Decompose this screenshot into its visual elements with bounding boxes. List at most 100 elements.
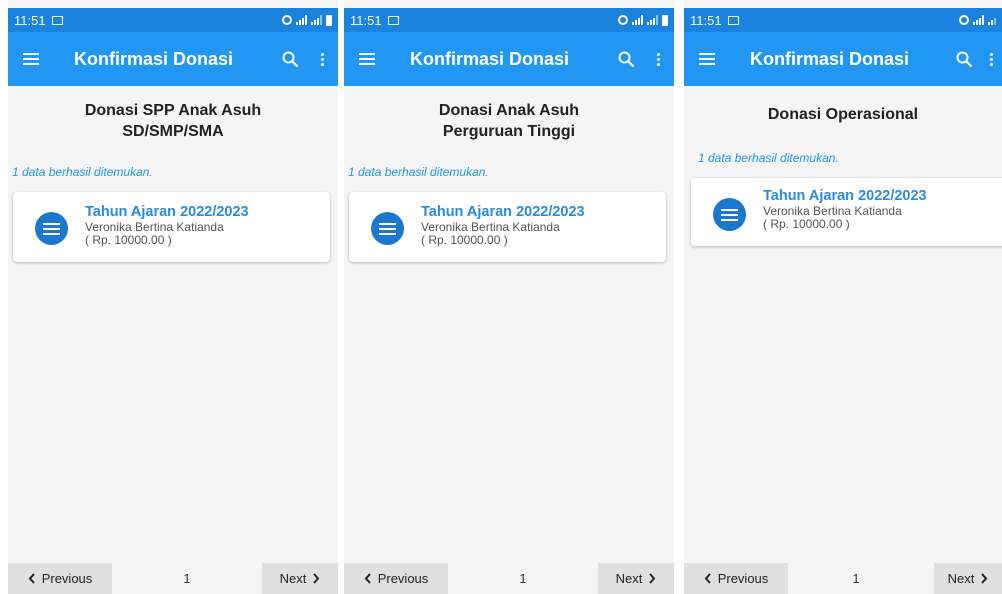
list-icon (35, 212, 68, 245)
app-title: Konfirmasi Donasi (750, 48, 910, 69)
heading-line-1: Donasi Anak Asuh (438, 102, 580, 119)
menu-button[interactable] (8, 32, 54, 86)
chevron-left-icon (364, 573, 371, 584)
next-button[interactable]: Next (261, 563, 338, 594)
page-number: 1 (183, 571, 191, 586)
more-vert-icon (989, 52, 993, 66)
heading-line-2: Perguruan Tinggi (442, 123, 576, 140)
card-title: Tahun Ajaran 2022/2023 (85, 204, 249, 220)
heading-line-1: Donasi Operasional (767, 106, 919, 123)
next-label: Next (615, 571, 643, 586)
donation-card[interactable]: Tahun Ajaran 2022/2023 Veronika Bertina … (13, 192, 330, 262)
app-bar: Konfirmasi Donasi (684, 32, 1002, 86)
battery-icon (326, 14, 332, 26)
donation-card[interactable]: Tahun Ajaran 2022/2023 Veronika Bertina … (349, 192, 666, 262)
status-bar: 11:51 (684, 8, 1002, 32)
image-notification-icon (387, 15, 399, 25)
previous-label: Previous (41, 571, 93, 586)
more-vert-icon (656, 52, 660, 66)
app-bar: Konfirmasi Donasi (8, 32, 338, 86)
more-options-button[interactable] (980, 32, 1002, 86)
search-icon (618, 51, 634, 67)
previous-button[interactable]: Previous (8, 563, 112, 594)
status-bar: 11:51 (8, 8, 338, 32)
hamburger-icon (23, 53, 39, 65)
image-notification-icon (51, 15, 63, 25)
more-options-button[interactable] (642, 32, 674, 86)
result-count-text: 1 data berhasil ditemukan. (12, 165, 153, 179)
app-title: Konfirmasi Donasi (74, 48, 234, 69)
result-count-text: 1 data berhasil ditemukan. (698, 151, 839, 165)
pagination: Previous 1 Next (684, 563, 1002, 594)
result-count-text: 1 data berhasil ditemukan. (348, 165, 489, 179)
search-button[interactable] (948, 32, 980, 86)
signal-icon-2 (647, 15, 658, 25)
status-icons (959, 15, 996, 25)
search-icon (956, 51, 972, 67)
donation-amount: ( Rp. 10000.00 ) (421, 233, 508, 247)
hamburger-icon (699, 53, 715, 65)
hamburger-icon (359, 53, 375, 65)
next-button[interactable]: Next (933, 563, 1002, 594)
phone-screen-2: 11:51 Konfirmasi Donasi Donasi Anak Asuh… (344, 0, 674, 594)
previous-label: Previous (377, 571, 429, 586)
status-time: 11:51 (690, 12, 722, 28)
signal-icon-2 (988, 15, 996, 25)
heading-line-2: SD/SMP/SMA (122, 123, 224, 140)
app-title: Konfirmasi Donasi (410, 48, 570, 69)
more-options-button[interactable] (306, 32, 338, 86)
app-bar: Konfirmasi Donasi (344, 32, 674, 86)
donation-card[interactable]: Tahun Ajaran 2022/2023 Veronika Bertina … (691, 178, 1002, 246)
card-title: Tahun Ajaran 2022/2023 (421, 204, 585, 220)
alarm-icon (959, 15, 969, 25)
page-heading: Donasi Anak Asuh Perguruan Tinggi (344, 100, 674, 142)
next-label: Next (279, 571, 307, 586)
status-bar: 11:51 (344, 8, 674, 32)
chevron-left-icon (704, 573, 711, 584)
battery-icon (662, 14, 668, 26)
more-vert-icon (320, 52, 324, 66)
page-number: 1 (852, 571, 860, 586)
alarm-icon (282, 15, 292, 25)
donation-amount: ( Rp. 10000.00 ) (763, 217, 850, 231)
search-button[interactable] (274, 32, 306, 86)
page-number: 1 (519, 571, 527, 586)
alarm-icon (618, 15, 628, 25)
card-body: Tahun Ajaran 2022/2023 Veronika Bertina … (763, 188, 927, 231)
signal-icon (296, 15, 307, 25)
card-body: Tahun Ajaran 2022/2023 Veronika Bertina … (421, 204, 585, 247)
phone-screen-3: 11:51 Konfirmasi Donasi Donasi Operasion… (684, 0, 1002, 594)
search-button[interactable] (610, 32, 642, 86)
signal-icon (973, 15, 984, 25)
menu-button[interactable] (684, 32, 730, 86)
card-body: Tahun Ajaran 2022/2023 Veronika Bertina … (85, 204, 249, 247)
chevron-left-icon (28, 573, 35, 584)
pagination: Previous 1 Next (344, 563, 674, 594)
page-heading: Donasi SPP Anak Asuh SD/SMP/SMA (8, 100, 338, 142)
previous-label: Previous (717, 571, 769, 586)
next-label: Next (947, 571, 975, 586)
search-icon (282, 51, 298, 67)
status-icons (282, 14, 332, 26)
chevron-right-icon (981, 573, 988, 584)
signal-icon (632, 15, 643, 25)
list-icon (713, 198, 746, 231)
status-time: 11:51 (350, 12, 382, 28)
status-icons (618, 14, 668, 26)
donation-amount: ( Rp. 10000.00 ) (85, 233, 172, 247)
chevron-right-icon (313, 573, 320, 584)
card-title: Tahun Ajaran 2022/2023 (763, 188, 927, 204)
chevron-right-icon (649, 573, 656, 584)
pagination: Previous 1 Next (8, 563, 338, 594)
menu-button[interactable] (344, 32, 390, 86)
image-notification-icon (727, 15, 739, 25)
next-button[interactable]: Next (597, 563, 674, 594)
signal-icon-2 (311, 15, 322, 25)
heading-line-1: Donasi SPP Anak Asuh (84, 102, 262, 119)
previous-button[interactable]: Previous (344, 563, 448, 594)
phone-screen-1: 11:51 Konfirmasi Donasi Donasi SPP Anak … (8, 0, 338, 594)
previous-button[interactable]: Previous (684, 563, 788, 594)
status-time: 11:51 (14, 12, 46, 28)
list-icon (371, 212, 404, 245)
page-heading: Donasi Operasional (684, 104, 1002, 125)
